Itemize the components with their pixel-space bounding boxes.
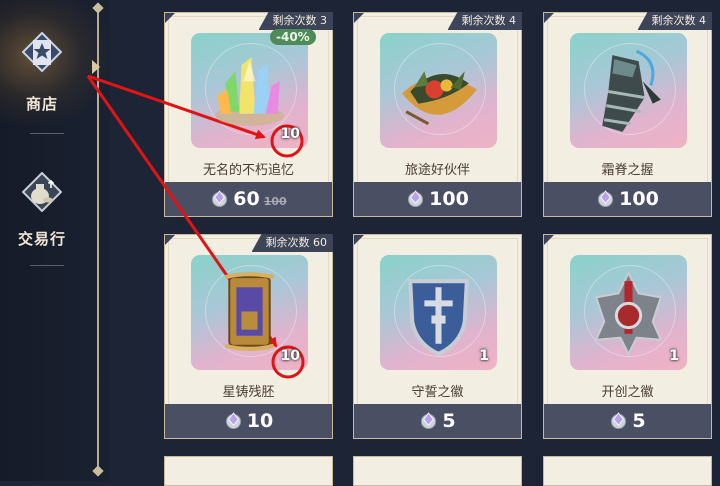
item-price: 100 xyxy=(619,188,659,210)
item-name: 守誓之徽 xyxy=(411,385,464,400)
crystal-coin-icon xyxy=(421,411,437,429)
item-name: 旅途好伙伴 xyxy=(404,163,470,178)
original-price: 100 xyxy=(263,195,287,208)
sidebar-divider xyxy=(30,133,64,134)
price-bar[interactable]: 100 xyxy=(354,182,521,216)
shop-item-card-partial[interactable] xyxy=(353,456,522,486)
price-bar[interactable]: 100 xyxy=(544,182,711,216)
card-corner xyxy=(165,13,175,23)
item-quantity: 1 xyxy=(479,348,489,364)
item-quantity: 10 xyxy=(280,126,300,142)
shop-item-card[interactable]: 1 开创之徽 5 xyxy=(543,234,712,439)
item-price: 100 xyxy=(429,188,469,210)
scroll-rail[interactable] xyxy=(97,6,99,476)
food-bowl-icon xyxy=(402,71,477,126)
armored-gauntlet-icon xyxy=(602,49,661,132)
card-corner xyxy=(354,13,364,23)
card-corner xyxy=(354,235,364,245)
sidebar-divider xyxy=(30,265,64,266)
active-indicator xyxy=(92,60,100,74)
star-banner-icon xyxy=(22,32,62,72)
sidebar-item-label: 交易行 xyxy=(17,230,66,248)
sidebar-item-label: 商店 xyxy=(25,95,58,113)
price-bar[interactable]: 60 100 xyxy=(165,182,332,216)
price-bar[interactable]: 5 xyxy=(544,404,711,438)
crystal-coin-icon xyxy=(212,189,228,207)
shop-item-card[interactable]: 剩余次数 4 旅途好伙伴 100 xyxy=(353,12,522,217)
crystal-coin-icon xyxy=(225,411,241,429)
item-image xyxy=(570,33,687,148)
item-price: 5 xyxy=(632,410,646,432)
item-image: 10 xyxy=(191,33,308,148)
shop-item-card[interactable]: 剩余次数 60 10 星铸残胚 10 xyxy=(164,234,333,439)
card-corner xyxy=(544,13,554,23)
crystal-coin-icon xyxy=(611,411,627,429)
item-name: 星铸残胚 xyxy=(222,385,275,400)
item-quantity: 10 xyxy=(280,348,300,364)
item-image xyxy=(380,33,497,148)
item-image: 1 xyxy=(380,255,497,370)
item-price: 10 xyxy=(246,410,274,432)
item-name: 开创之徽 xyxy=(601,385,654,400)
price-bar[interactable]: 10 xyxy=(165,404,332,438)
remaining-count-badge: 剩余次数 4 xyxy=(447,12,522,30)
shop-item-card-partial[interactable] xyxy=(543,456,712,486)
price-bar[interactable]: 5 xyxy=(354,404,521,438)
shop-item-card[interactable]: 1 守誓之徽 5 xyxy=(353,234,522,439)
crystal-coin-icon xyxy=(408,189,424,207)
discount-badge: -40% xyxy=(270,29,316,45)
card-corner xyxy=(165,235,175,245)
card-corner xyxy=(544,235,554,245)
shield-emblem-icon xyxy=(408,279,469,357)
money-bag-icon xyxy=(22,172,62,212)
item-price: 5 xyxy=(442,410,456,432)
item-quantity: 1 xyxy=(669,348,679,364)
shop-item-card-partial[interactable] xyxy=(164,456,333,486)
remaining-count-badge: 剩余次数 4 xyxy=(637,12,712,30)
remaining-count-badge: 剩余次数 60 xyxy=(251,234,333,252)
item-name: 无名的不朽追忆 xyxy=(202,163,294,178)
sidebar-item-shop[interactable]: 商店 xyxy=(0,0,84,125)
remaining-count-badge: 剩余次数 3 xyxy=(258,12,333,30)
item-price: 60 xyxy=(233,188,260,210)
item-name: 霜脊之握 xyxy=(601,163,654,178)
item-image: 10 xyxy=(191,255,308,370)
shop-item-card[interactable]: 剩余次数 4 霜脊之握 100 xyxy=(543,12,712,217)
crystal-coin-icon xyxy=(598,189,614,207)
sidebar-item-market[interactable]: 交易行 xyxy=(0,140,84,260)
item-image: 1 xyxy=(570,255,687,370)
crest-emblem-icon xyxy=(594,270,663,357)
shop-item-card[interactable]: 剩余次数 3 10 -40% 无名的不朽追忆 60 100 xyxy=(164,12,333,217)
